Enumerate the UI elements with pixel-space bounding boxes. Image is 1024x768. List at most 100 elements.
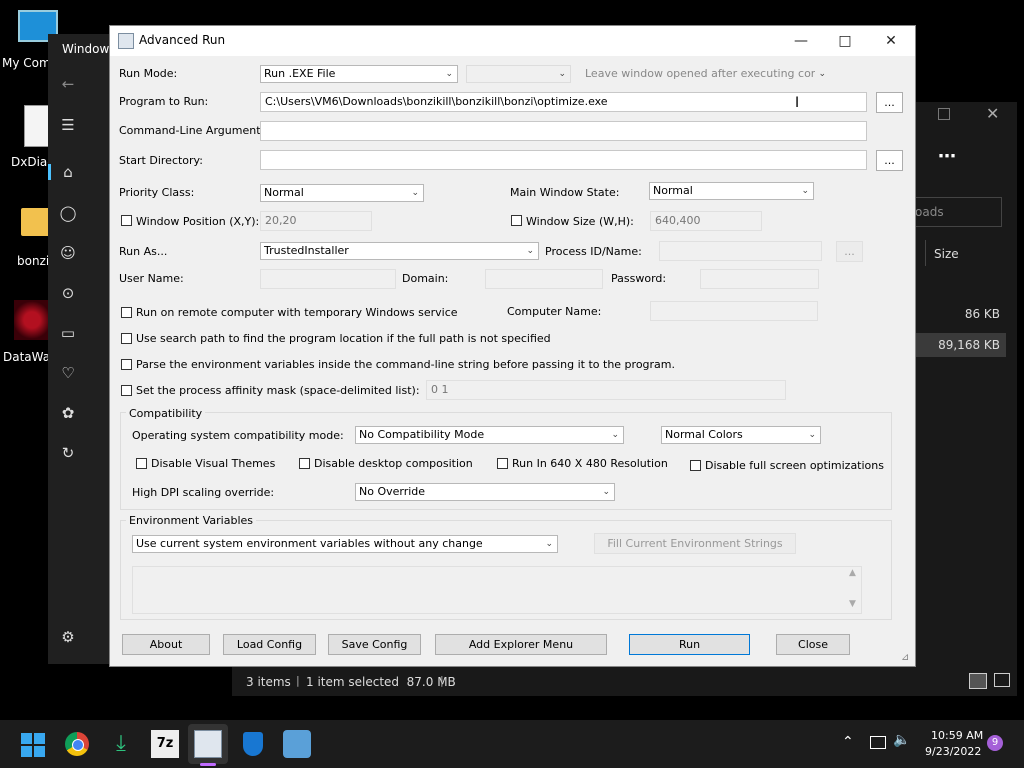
program-input[interactable]: C:\Users\VM6\Downloads\bonzikill\bonziki… bbox=[260, 92, 867, 112]
person-icon[interactable]: ☺ bbox=[58, 243, 78, 263]
window-size-input: 640,400 bbox=[650, 211, 762, 231]
file-size-cell: 89,168 KB bbox=[938, 338, 1000, 352]
download-arrow-icon[interactable]: ⤓ bbox=[107, 730, 135, 758]
network-icon[interactable]: ⊙ bbox=[58, 283, 78, 303]
add-explorer-menu-button[interactable]: Add Explorer Menu bbox=[435, 634, 607, 655]
chevron-down-icon: ⌄ bbox=[818, 69, 826, 79]
chevron-down-icon: ⌄ bbox=[611, 430, 619, 440]
advanced-run-window: Advanced Run — □ ✕ Run Mode: Run .EXE Fi… bbox=[109, 25, 916, 667]
affinity-checkbox[interactable] bbox=[121, 385, 132, 396]
os-compat-select[interactable]: No Compatibility Mode ⌄ bbox=[355, 426, 624, 444]
load-config-button[interactable]: Load Config bbox=[223, 634, 316, 655]
details-view-icon[interactable] bbox=[969, 673, 987, 689]
start-windows-icon[interactable] bbox=[19, 730, 47, 758]
chrome-icon[interactable] bbox=[63, 730, 91, 758]
colors-select[interactable]: Normal Colors ⌄ bbox=[661, 426, 821, 444]
save-config-button[interactable]: Save Config bbox=[328, 634, 421, 655]
close-button[interactable]: ✕ bbox=[876, 30, 906, 52]
shield-icon[interactable]: ◯ bbox=[58, 203, 78, 223]
search-input[interactable]: oads bbox=[912, 197, 1002, 227]
clock-time[interactable]: 10:59 AM bbox=[931, 729, 983, 742]
scroll-down-icon: ▼ bbox=[849, 599, 856, 609]
disable-fullscreen-opt-checkbox[interactable] bbox=[690, 460, 701, 471]
close-dialog-button[interactable]: Close bbox=[776, 634, 850, 655]
priority-value: Normal bbox=[264, 186, 304, 199]
search-path-label: Use search path to find the program loca… bbox=[136, 332, 551, 345]
os-compat-value: No Compatibility Mode bbox=[359, 428, 485, 441]
column-header-size[interactable]: Size bbox=[934, 247, 959, 261]
colors-value: Normal Colors bbox=[665, 428, 743, 441]
chevron-down-icon: ⌄ bbox=[801, 186, 809, 196]
window-title: Advanced Run bbox=[139, 33, 226, 47]
disable-desktop-comp-checkbox[interactable] bbox=[299, 458, 310, 469]
window-title: Windows bbox=[62, 42, 116, 56]
run-as-select[interactable]: TrustedInstaller ⌄ bbox=[260, 242, 539, 260]
env-mode-select[interactable]: Use current system environment variables… bbox=[132, 535, 558, 553]
window-size-checkbox[interactable] bbox=[511, 215, 522, 226]
main-window-state-select[interactable]: Normal ⌄ bbox=[649, 182, 814, 200]
window-position-checkbox[interactable] bbox=[121, 215, 132, 226]
history-icon[interactable]: ↻ bbox=[58, 443, 78, 463]
dpi-override-value: No Override bbox=[359, 485, 426, 498]
run-mode-select[interactable]: Run .EXE File ⌄ bbox=[260, 65, 458, 83]
defender-shield-icon[interactable] bbox=[239, 730, 267, 758]
close-icon[interactable]: ✕ bbox=[986, 104, 999, 123]
run-mode-value: Run .EXE File bbox=[264, 67, 336, 80]
maximize-icon[interactable] bbox=[938, 108, 950, 120]
run-640x480-checkbox[interactable] bbox=[497, 458, 508, 469]
run-mode-label: Run Mode: bbox=[119, 67, 178, 80]
fill-env-strings-button: Fill Current Environment Strings bbox=[594, 533, 796, 554]
chevron-up-icon[interactable]: ⌃ bbox=[842, 734, 854, 750]
back-arrow-icon[interactable]: ← bbox=[58, 74, 78, 94]
startdir-input[interactable] bbox=[260, 150, 867, 170]
nav-selected-indicator bbox=[48, 164, 51, 180]
process-id-input bbox=[659, 241, 822, 261]
more-options-icon[interactable]: ⋯ bbox=[938, 146, 956, 167]
resize-grip-icon[interactable]: ⊿ bbox=[901, 652, 909, 663]
search-path-checkbox[interactable] bbox=[121, 333, 132, 344]
chevron-down-icon: ⌄ bbox=[808, 430, 816, 440]
tiles-view-icon[interactable] bbox=[994, 673, 1010, 687]
browse-program-button[interactable]: ... bbox=[876, 92, 903, 113]
disable-visual-themes-label: Disable Visual Themes bbox=[151, 457, 276, 470]
hamburger-menu-icon[interactable]: ☰ bbox=[58, 115, 78, 135]
chevron-down-icon: ⌄ bbox=[602, 487, 610, 497]
family-icon[interactable]: ✿ bbox=[58, 403, 78, 423]
dpi-override-label: High DPI scaling override: bbox=[132, 486, 275, 499]
remote-checkbox[interactable] bbox=[121, 307, 132, 318]
disable-visual-themes-checkbox[interactable] bbox=[136, 458, 147, 469]
cmdline-input[interactable] bbox=[260, 121, 867, 141]
user-name-label: User Name: bbox=[119, 272, 184, 285]
heart-icon[interactable]: ♡ bbox=[58, 363, 78, 383]
browse-startdir-button[interactable]: ... bbox=[876, 150, 903, 171]
computer-name-input bbox=[650, 301, 818, 321]
advanced-run-taskbar-icon[interactable] bbox=[194, 730, 222, 758]
parse-env-checkbox[interactable] bbox=[121, 359, 132, 370]
user-name-input bbox=[260, 269, 396, 289]
environment-group-title: Environment Variables bbox=[126, 514, 257, 527]
control-panel-icon[interactable] bbox=[283, 730, 311, 758]
7zip-icon[interactable]: 7z bbox=[151, 730, 179, 758]
laptop-icon[interactable]: ▭ bbox=[58, 323, 78, 343]
scroll-up-icon: ▲ bbox=[849, 568, 856, 578]
network-tray-icon[interactable] bbox=[870, 736, 886, 749]
maximize-button[interactable]: □ bbox=[830, 30, 860, 52]
title-bar[interactable]: Advanced Run — □ ✕ bbox=[110, 26, 915, 56]
clock-date[interactable]: 9/23/2022 bbox=[925, 745, 981, 758]
home-icon[interactable]: ⌂ bbox=[58, 162, 78, 182]
parse-env-label: Parse the environment variables inside t… bbox=[136, 358, 675, 371]
about-button[interactable]: About bbox=[122, 634, 210, 655]
notification-badge[interactable]: 9 bbox=[987, 735, 1003, 751]
password-input bbox=[700, 269, 819, 289]
window-position-input: 20,20 bbox=[260, 211, 372, 231]
settings-gear-icon[interactable]: ⚙ bbox=[58, 627, 78, 647]
leave-window-select: Leave window opened after executing comm… bbox=[581, 65, 831, 83]
chevron-down-icon: ⌄ bbox=[445, 69, 453, 79]
volume-icon[interactable]: 🔈 bbox=[893, 732, 910, 748]
app-icon bbox=[118, 33, 134, 49]
domain-input bbox=[485, 269, 603, 289]
minimize-button[interactable]: — bbox=[786, 30, 816, 52]
priority-select[interactable]: Normal ⌄ bbox=[260, 184, 424, 202]
dpi-override-select[interactable]: No Override ⌄ bbox=[355, 483, 615, 501]
run-button[interactable]: Run bbox=[629, 634, 750, 655]
